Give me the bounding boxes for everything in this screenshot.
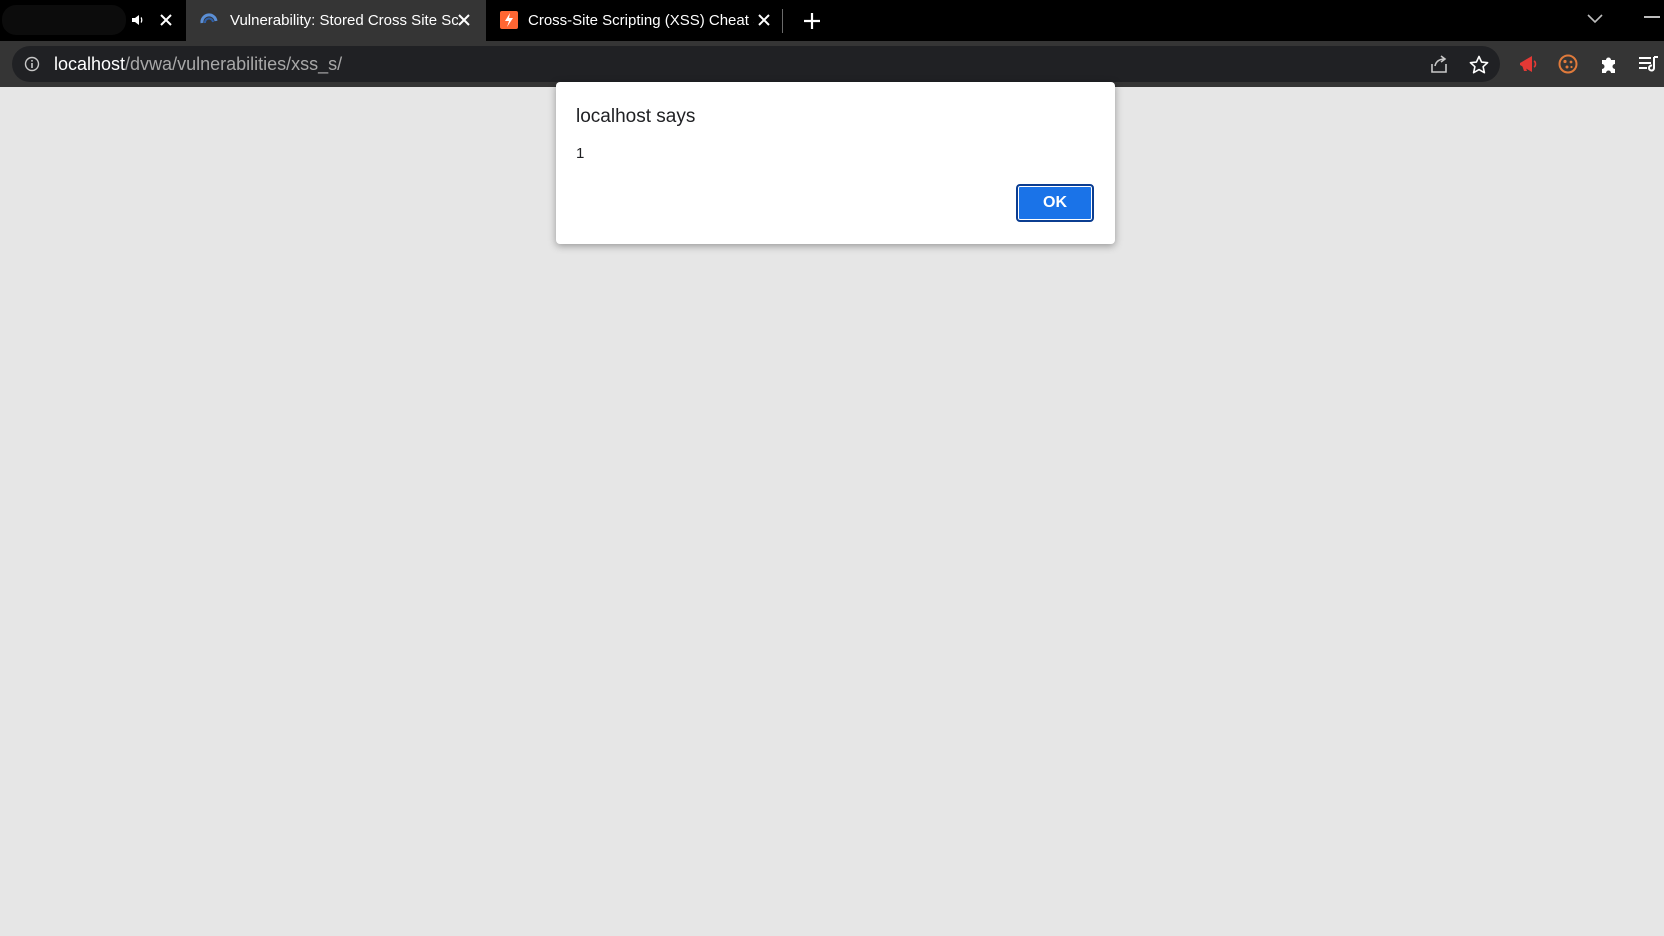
tab-search-chevron-icon[interactable] [1586, 10, 1604, 26]
address-bar[interactable]: localhost/dvwa/vulnerabilities/xss_s/ [12, 46, 1500, 82]
ok-button[interactable]: OK [1016, 184, 1094, 222]
extension-cookie-icon[interactable] [1557, 53, 1579, 75]
tab-title: Vulnerability: Stored Cross Site Sc [230, 12, 458, 29]
dialog-message: 1 [576, 145, 585, 162]
toolbar: localhost/dvwa/vulnerabilities/xss_s/ [0, 41, 1664, 87]
tab-separator [782, 9, 783, 33]
speaker-icon[interactable] [130, 12, 146, 28]
url-path: /dvwa/vulnerabilities/xss_s/ [125, 54, 343, 74]
close-tab-icon[interactable] [456, 12, 472, 28]
close-tab-icon[interactable] [756, 12, 772, 28]
alert-dialog: localhost says 1 OK [556, 82, 1115, 244]
url-text[interactable]: localhost/dvwa/vulnerabilities/xss_s/ [54, 54, 342, 74]
share-icon[interactable] [1428, 54, 1450, 76]
url-host: localhost [54, 54, 126, 74]
tab-xss-cheat-sheet[interactable]: Cross-Site Scripting (XSS) Cheat S [486, 0, 782, 41]
tab-dvwa[interactable]: Vulnerability: Stored Cross Site Sc [186, 0, 486, 41]
close-tab-icon[interactable] [158, 12, 174, 28]
tab-title: Cross-Site Scripting (XSS) Cheat S [528, 12, 754, 29]
window-minimize-icon[interactable] [1644, 16, 1660, 18]
bookmark-star-icon[interactable] [1468, 54, 1490, 76]
site-info-icon[interactable] [24, 56, 40, 72]
portswigger-favicon-icon [500, 11, 518, 29]
new-tab-plus-icon[interactable] [801, 10, 823, 32]
tab-strip: Vulnerability: Stored Cross Site Sc Cros… [0, 0, 1664, 41]
dialog-title: localhost says [576, 106, 696, 127]
redaction-blob [2, 5, 126, 35]
extension-megaphone-icon[interactable] [1517, 53, 1539, 75]
tab-redacted[interactable] [0, 0, 186, 41]
reading-list-icon[interactable] [1637, 53, 1659, 75]
dvwa-favicon-icon [200, 13, 218, 24]
extensions-puzzle-icon[interactable] [1598, 53, 1620, 75]
